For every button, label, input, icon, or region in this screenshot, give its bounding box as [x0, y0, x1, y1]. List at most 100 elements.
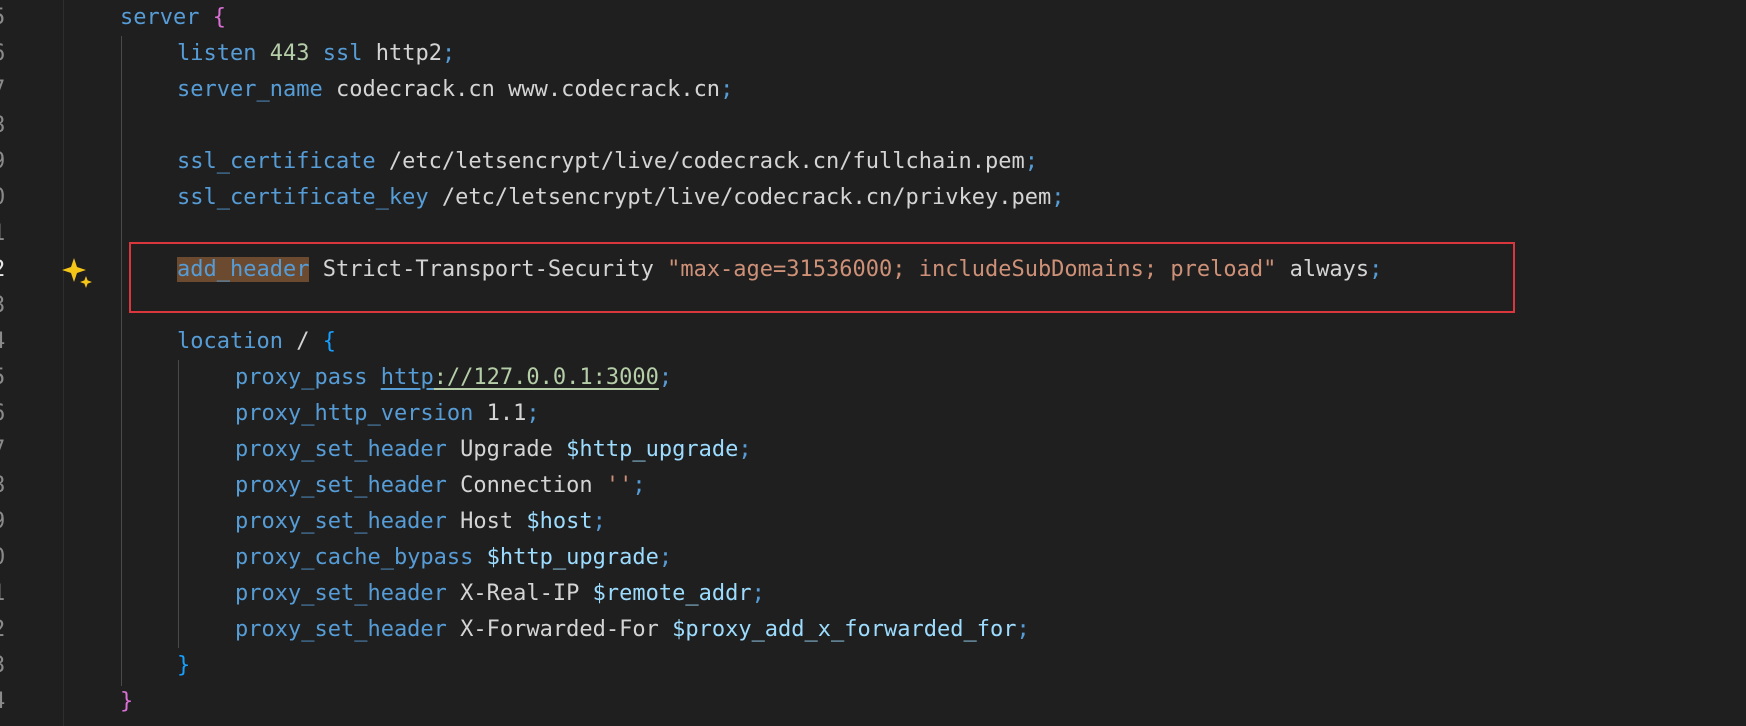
code-line[interactable]: 0 proxy_cache_bypass $http_upgrade; — [0, 540, 1746, 576]
line-number: 9 — [0, 144, 12, 180]
code-token: add_header — [177, 257, 310, 282]
line-number: 0 — [0, 540, 12, 576]
line-number: 2 — [0, 252, 12, 288]
code-token: $remote_addr — [592, 581, 752, 606]
code-line[interactable]: 5 server { — [0, 0, 1746, 36]
code-token: } — [120, 689, 134, 714]
code-token: $proxy_add_x_forwarded_for — [672, 617, 1017, 642]
code-line[interactable]: 7 server_name codecrack.cn www.codecrack.… — [0, 72, 1746, 108]
line-number: 6 — [0, 36, 12, 72]
code-line[interactable]: 1 proxy_set_header X-Real-IP $remote_addr… — [0, 576, 1746, 612]
code-token: /etc/letsencrypt/live/codecrack.cn/privk… — [428, 185, 1052, 210]
code-token: $host — [526, 509, 593, 534]
line-code: server_name codecrack.cn www.codecrack.c… — [177, 72, 733, 108]
line-number: 5 — [0, 360, 12, 396]
code-token: ; — [1369, 257, 1383, 282]
code-token: ://127.0.0.1:3000 — [433, 365, 659, 390]
code-token: "max-age=31536000; includeSubDomains; pr… — [667, 257, 1277, 282]
code-token: { — [322, 329, 336, 354]
code-token: } — [177, 653, 191, 678]
line-code: location / { — [177, 324, 336, 360]
line-number: 0 — [0, 180, 12, 216]
code-token: proxy_http_version — [235, 401, 474, 426]
line-code: listen 443 ssl http2; — [177, 36, 455, 72]
line-number: 7 — [0, 432, 12, 468]
line-number: 2 — [0, 612, 12, 648]
code-line-active[interactable]: 2 add_header Strict-Transport-Security "m… — [0, 252, 1746, 288]
code-line[interactable]: 4} — [0, 684, 1746, 720]
line-code: server { — [120, 0, 226, 36]
line-code: ssl_certificate /etc/letsencrypt/live/co… — [177, 144, 1038, 180]
line-number: 8 — [0, 108, 12, 144]
line-number: 8 — [0, 468, 12, 504]
code-line[interactable]: 2 proxy_set_header X-Forwarded-For $proxy… — [0, 612, 1746, 648]
code-token: ; — [751, 581, 765, 606]
code-token: codecrack.cn www.codecrack.cn — [322, 77, 721, 102]
line-code: } — [120, 684, 133, 720]
code-line[interactable]: 9 proxy_set_header Host $host; — [0, 504, 1746, 540]
code-token: proxy_set_header — [235, 437, 447, 462]
code-token: /etc/letsencrypt/live/codecrack.cn/fullc… — [375, 149, 1025, 174]
code-line[interactable]: 3 — [0, 288, 1746, 324]
code-line[interactable]: 6 listen 443 ssl http2; — [0, 36, 1746, 72]
line-code: proxy_set_header Upgrade $http_upgrade; — [235, 432, 752, 468]
code-token: ; — [1051, 185, 1065, 210]
code-editor[interactable]: 5server {6listen 443 ssl http2;7server_n… — [0, 0, 1746, 726]
code-token: Upgrade — [446, 437, 567, 462]
code-token: X-Forwarded-For — [446, 617, 673, 642]
code-line[interactable]: 6 proxy_http_version 1.1; — [0, 396, 1746, 432]
line-code: proxy_set_header Host $host; — [235, 504, 606, 540]
code-token: proxy_set_header — [235, 473, 447, 498]
line-number: 7 — [0, 72, 12, 108]
code-token: listen — [177, 41, 257, 66]
code-token: server — [120, 5, 200, 30]
code-token: ssl_certificate — [177, 149, 376, 174]
code-token: $http_upgrade — [566, 437, 739, 462]
code-token: X-Real-IP — [446, 581, 593, 606]
code-token: ; — [1024, 149, 1038, 174]
code-token: http — [380, 365, 434, 390]
code-line[interactable]: 9 ssl_certificate /etc/letsencrypt/live/c… — [0, 144, 1746, 180]
code-token: '' — [605, 473, 633, 498]
code-token: location — [177, 329, 283, 354]
code-token: proxy_set_header — [235, 617, 447, 642]
code-token: 443 — [269, 41, 310, 66]
line-number: 4 — [0, 684, 12, 720]
line-code: proxy_http_version 1.1; — [235, 396, 540, 432]
code-token: Strict-Transport-Security — [309, 257, 668, 282]
line-code: proxy_cache_bypass $http_upgrade; — [235, 540, 672, 576]
code-token: ; — [441, 41, 456, 66]
line-number: 9 — [0, 504, 12, 540]
code-line[interactable]: 5 proxy_pass http://127.0.0.1:3000; — [0, 360, 1746, 396]
line-code: ssl_certificate_key /etc/letsencrypt/liv… — [177, 180, 1064, 216]
code-line[interactable]: 8 — [0, 108, 1746, 144]
line-number: 4 — [0, 324, 12, 360]
code-line[interactable]: 4 location / { — [0, 324, 1746, 360]
code-token: ssl — [322, 41, 363, 66]
code-token: ; — [526, 401, 540, 426]
code-token: / — [282, 329, 323, 354]
code-line[interactable]: 8 proxy_set_header Connection ''; — [0, 468, 1746, 504]
line-number: 6 — [0, 396, 12, 432]
code-line[interactable]: 3} — [0, 648, 1746, 684]
code-line[interactable]: 7 proxy_set_header Upgrade $http_upgrade; — [0, 432, 1746, 468]
line-code: proxy_set_header X-Real-IP $remote_addr; — [235, 576, 765, 612]
code-token: ; — [1016, 617, 1030, 642]
code-line[interactable]: 0 ssl_certificate_key /etc/letsencrypt/li… — [0, 180, 1746, 216]
code-token: http2 — [362, 41, 442, 66]
code-line[interactable]: 1 — [0, 216, 1746, 252]
code-token: server_name — [177, 77, 323, 102]
code-token: ; — [738, 437, 752, 462]
code-token: ; — [658, 545, 673, 570]
line-code: proxy_set_header Connection ''; — [235, 468, 646, 504]
line-code: add_header Strict-Transport-Security "ma… — [177, 252, 1382, 288]
code-token: $http_upgrade — [486, 545, 659, 570]
line-number: 5 — [0, 0, 12, 36]
line-code: proxy_pass http://127.0.0.1:3000; — [235, 360, 672, 396]
code-token: Connection — [446, 473, 606, 498]
